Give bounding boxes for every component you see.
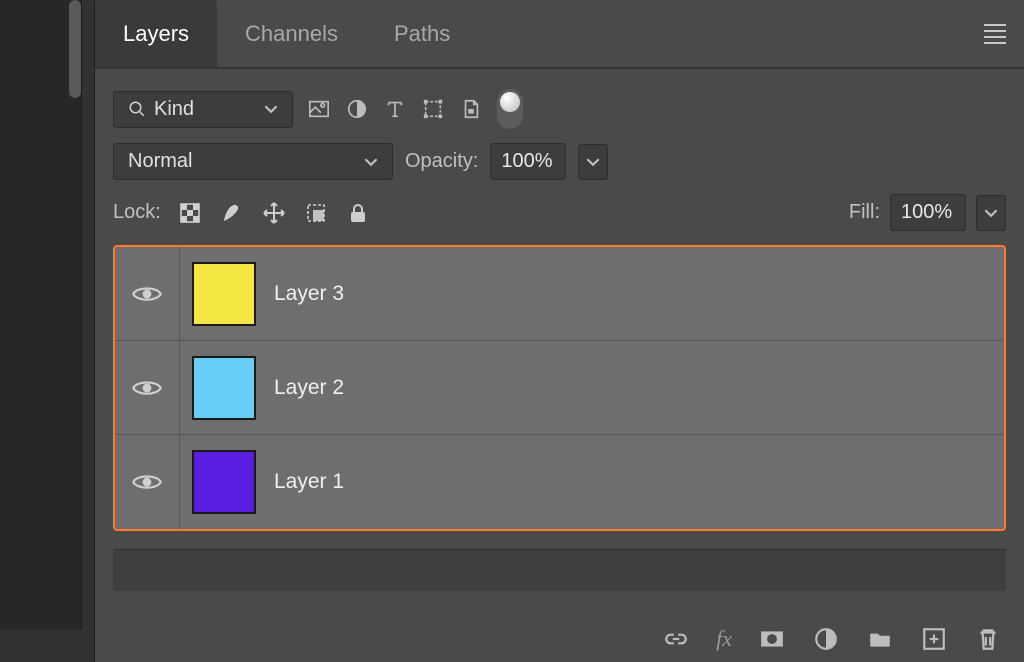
delete-layer-icon[interactable] bbox=[974, 626, 1002, 652]
filter-kind-dropdown[interactable]: Kind bbox=[113, 91, 293, 128]
chevron-down-icon bbox=[264, 102, 278, 116]
blend-mode-value: Normal bbox=[128, 150, 192, 173]
tab-paths[interactable]: Paths bbox=[366, 0, 478, 67]
canvas-edge bbox=[0, 0, 82, 630]
eye-icon bbox=[132, 377, 162, 399]
lock-all-icon[interactable] bbox=[345, 200, 371, 226]
layer-row[interactable]: Layer 3 bbox=[115, 247, 1004, 341]
opacity-label[interactable]: Opacity: bbox=[405, 150, 478, 173]
panel-menu-icon[interactable] bbox=[984, 20, 1006, 48]
link-layers-icon[interactable] bbox=[662, 626, 690, 652]
blend-row: Normal Opacity: 100% bbox=[95, 143, 1024, 194]
filter-row: Kind bbox=[95, 75, 1024, 143]
panel-tabs: Layers Channels Paths bbox=[95, 0, 1024, 68]
fill-input[interactable]: 100% bbox=[890, 194, 966, 231]
layer-row[interactable]: Layer 2 bbox=[115, 341, 1004, 435]
layer-thumbnail[interactable] bbox=[192, 450, 256, 514]
layer-thumbnail[interactable] bbox=[192, 262, 256, 326]
opacity-input[interactable]: 100% bbox=[490, 143, 566, 180]
app-left-rail bbox=[0, 0, 94, 662]
filter-kind-label: Kind bbox=[154, 98, 194, 121]
blend-mode-dropdown[interactable]: Normal bbox=[113, 143, 393, 180]
filter-pixel-icon[interactable] bbox=[307, 97, 331, 121]
layer-name[interactable]: Layer 2 bbox=[274, 376, 344, 400]
layer-row[interactable]: Layer 1 bbox=[115, 435, 1004, 529]
visibility-toggle[interactable] bbox=[115, 377, 179, 399]
visibility-toggle[interactable] bbox=[115, 471, 179, 493]
layer-style-icon[interactable]: fx bbox=[716, 626, 732, 652]
adjustment-layer-icon[interactable] bbox=[812, 626, 840, 652]
tab-channels[interactable]: Channels bbox=[217, 0, 366, 67]
layers-list-selection: Layer 3 Layer 2 Layer 1 bbox=[113, 245, 1006, 531]
chevron-down-icon bbox=[984, 206, 998, 220]
chevron-down-icon bbox=[364, 155, 378, 169]
chevron-down-icon bbox=[586, 155, 600, 169]
new-layer-icon[interactable] bbox=[920, 626, 948, 652]
filter-smartobject-icon[interactable] bbox=[459, 97, 483, 121]
layer-mask-icon[interactable] bbox=[758, 626, 786, 652]
layers-panel: Layers Channels Paths Kind bbox=[94, 0, 1024, 662]
scrollbar-thumb[interactable] bbox=[69, 0, 81, 98]
eye-icon bbox=[132, 471, 162, 493]
lock-artboard-icon[interactable] bbox=[303, 200, 329, 226]
lock-pixels-icon[interactable] bbox=[219, 200, 245, 226]
search-icon bbox=[128, 100, 146, 118]
lock-position-icon[interactable] bbox=[261, 200, 287, 226]
opacity-dropdown-button[interactable] bbox=[578, 144, 608, 180]
filter-toggle[interactable] bbox=[497, 89, 523, 129]
lock-transparency-icon[interactable] bbox=[177, 200, 203, 226]
lock-label: Lock: bbox=[113, 201, 161, 224]
visibility-toggle[interactable] bbox=[115, 283, 179, 305]
new-group-icon[interactable] bbox=[866, 626, 894, 652]
layer-thumbnail[interactable] bbox=[192, 356, 256, 420]
fill-label[interactable]: Fill: bbox=[849, 201, 880, 224]
layers-empty-area[interactable] bbox=[113, 549, 1006, 591]
layer-name[interactable]: Layer 3 bbox=[274, 282, 344, 306]
filter-adjustment-icon[interactable] bbox=[345, 97, 369, 121]
tab-layers[interactable]: Layers bbox=[95, 0, 217, 67]
filter-shape-icon[interactable] bbox=[421, 97, 445, 121]
eye-icon bbox=[132, 283, 162, 305]
layer-name[interactable]: Layer 1 bbox=[274, 470, 344, 494]
fill-dropdown-button[interactable] bbox=[976, 195, 1006, 231]
panel-footer: fx bbox=[662, 626, 1002, 652]
filter-type-icon[interactable] bbox=[383, 97, 407, 121]
lock-row: Lock: Fill: 100% bbox=[95, 194, 1024, 245]
